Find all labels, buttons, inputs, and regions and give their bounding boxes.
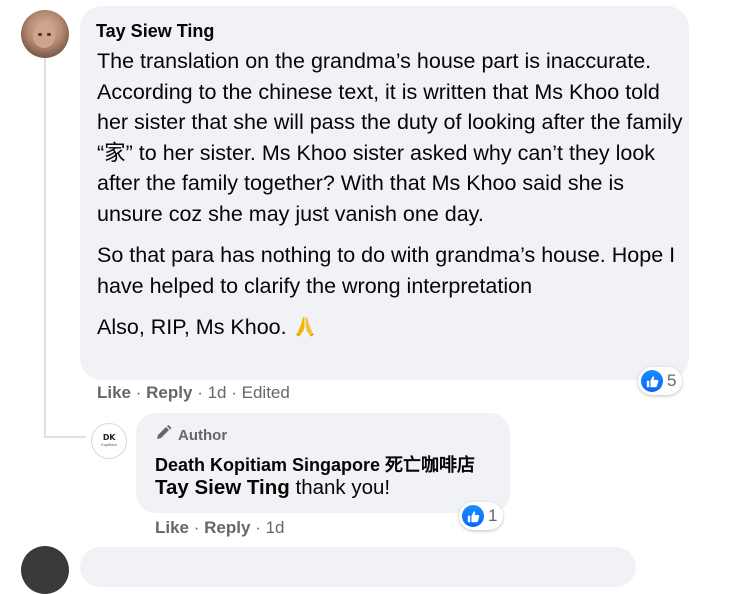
comment-paragraph-text: Also, RIP, Ms Khoo. xyxy=(97,315,287,339)
like-link[interactable]: Like xyxy=(155,518,189,537)
reaction-count: 5 xyxy=(667,371,677,390)
like-link[interactable]: Like xyxy=(97,383,131,402)
avatar-face xyxy=(33,24,55,48)
author-badge: Author xyxy=(155,425,227,445)
page-avatar[interactable]: DK Kopitiam xyxy=(91,423,127,459)
comment-reactions[interactable]: 5 xyxy=(638,367,683,395)
avatar-eye xyxy=(38,33,42,36)
commenter-avatar[interactable] xyxy=(21,10,69,58)
comment-timestamp[interactable]: 1d xyxy=(208,383,227,402)
reply-meta: Like · Reply · 1d xyxy=(155,518,285,538)
comment-author-name[interactable]: Tay Siew Ting xyxy=(96,21,214,42)
thread-connector-line xyxy=(44,58,46,438)
comment-paragraph: So that para has nothing to do with gran… xyxy=(97,243,676,298)
page-logo-subtext: Kopitiam xyxy=(101,442,117,447)
reply-author-name[interactable]: Death Kopitiam Singapore 死亡咖啡店 xyxy=(155,451,475,477)
next-comment-bubble xyxy=(80,547,636,587)
meta-separator: · xyxy=(197,383,208,402)
reply-link[interactable]: Reply xyxy=(146,383,192,402)
reply-timestamp[interactable]: 1d xyxy=(266,518,285,537)
edited-label[interactable]: Edited xyxy=(242,383,290,402)
comment-body: The translation on the grandma’s house p… xyxy=(97,46,687,358)
page-logo-text: DK xyxy=(102,433,116,442)
meta-separator: · xyxy=(193,518,205,537)
comment-paragraph: Also, RIP, Ms Khoo. xyxy=(97,312,687,347)
meta-separator: · xyxy=(135,383,147,402)
reply-link[interactable]: Reply xyxy=(204,518,250,537)
meta-separator: · xyxy=(231,383,242,402)
like-reaction-icon xyxy=(462,505,484,527)
comment-paragraph: The translation on the grandma’s house p… xyxy=(97,49,683,226)
pencil-icon xyxy=(155,425,173,445)
mention-link[interactable]: Tay Siew Ting xyxy=(155,476,290,499)
comment-meta: Like · Reply · 1d · Edited xyxy=(97,383,290,403)
folded-hands-icon xyxy=(293,314,317,347)
reaction-count: 1 xyxy=(488,506,498,525)
like-reaction-icon xyxy=(641,370,663,392)
reply-reactions[interactable]: 1 xyxy=(459,502,504,530)
meta-separator: · xyxy=(255,518,266,537)
reply-body: Tay Siew Ting thank you! xyxy=(155,476,390,500)
avatar-eye xyxy=(47,33,51,36)
reply-message: thank you! xyxy=(289,476,391,499)
thread-connector-branch xyxy=(44,436,86,438)
author-badge-label: Author xyxy=(178,426,228,444)
next-commenter-avatar[interactable] xyxy=(21,546,69,594)
